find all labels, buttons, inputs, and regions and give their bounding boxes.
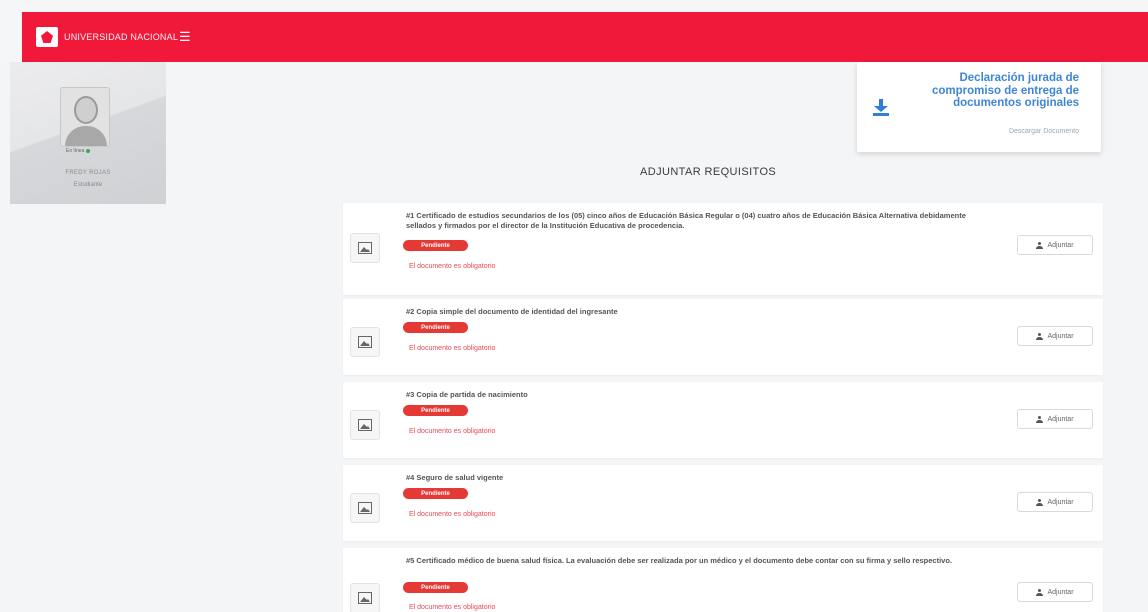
requirement-title: #5 Certificado médico de buena salud fís…	[406, 556, 953, 565]
header-bar: UNIVERSIDAD NACIONAL ☰	[22, 12, 1148, 62]
crest-icon	[36, 27, 58, 47]
top-area: UNIVERSIDAD NACIONAL ☰	[0, 0, 1148, 62]
user-role: Estudiante	[73, 182, 103, 188]
attach-button[interactable]: Adjuntar	[1017, 409, 1093, 429]
image-placeholder-icon	[350, 583, 380, 612]
status-badge: Pendiente	[403, 582, 468, 593]
requirement-note: El documento es obligatorio	[409, 345, 496, 352]
requirement-note: El documento es obligatorio	[409, 604, 496, 611]
status-badge: Pendiente	[403, 488, 468, 499]
user-name: FREDY ROJAS	[65, 170, 111, 176]
user-icon	[1036, 498, 1044, 506]
user-icon	[1036, 588, 1044, 596]
attach-button[interactable]: Adjuntar	[1017, 326, 1093, 346]
user-icon	[1036, 241, 1044, 249]
image-placeholder-icon	[350, 493, 380, 523]
image-placeholder-icon	[350, 410, 380, 440]
image-placeholder-icon	[350, 233, 380, 263]
logo-text: UNIVERSIDAD NACIONAL	[64, 32, 179, 42]
attach-button-label: Adjuntar	[1047, 415, 1074, 423]
requirement-card: #2 Copia simple del documento de identid…	[343, 299, 1103, 375]
attach-button[interactable]: Adjuntar	[1017, 492, 1093, 512]
requirement-title: #2 Copia simple del documento de identid…	[406, 307, 618, 316]
requirement-note: El documento es obligatorio	[409, 511, 496, 518]
avatar-head	[74, 96, 98, 124]
user-icon	[1036, 332, 1044, 340]
requirement-note: El documento es obligatorio	[409, 263, 496, 270]
attach-button-label: Adjuntar	[1047, 241, 1074, 249]
avatar-body	[65, 126, 107, 146]
university-logo[interactable]: UNIVERSIDAD NACIONAL	[36, 27, 178, 47]
online-status-label: En línea	[66, 148, 85, 154]
requirement-title: #4 Seguro de salud vigente	[406, 473, 504, 482]
declaration-card: Declaración jurada de compromiso de entr…	[857, 62, 1101, 152]
attach-button[interactable]: Adjuntar	[1017, 235, 1093, 255]
requirement-card: #4 Seguro de salud vigente Pendiente El …	[343, 465, 1103, 541]
hamburger-menu-icon[interactable]: ☰	[179, 30, 191, 43]
user-panel: En línea FREDY ROJAS Estudiante	[10, 62, 166, 204]
image-placeholder-icon	[350, 327, 380, 357]
requirement-title: #1 Certificado de estudios secundarios d…	[406, 211, 966, 230]
requirement-note: El documento es obligatorio	[409, 428, 496, 435]
requirement-title: #3 Copia de partida de nacimiento	[406, 390, 528, 399]
status-badge: Pendiente	[403, 322, 468, 333]
requirement-card: #3 Copia de partida de nacimiento Pendie…	[343, 382, 1103, 458]
attach-button-label: Adjuntar	[1047, 332, 1074, 340]
attach-button-label: Adjuntar	[1047, 498, 1074, 506]
online-dot-icon	[86, 149, 91, 153]
status-badge: Pendiente	[403, 240, 468, 251]
declaration-title: Declaración jurada de compromiso de entr…	[932, 72, 1079, 109]
requirement-card: #1 Certificado de estudios secundarios d…	[343, 203, 1103, 295]
avatar	[60, 87, 110, 147]
user-icon	[1036, 415, 1044, 423]
attach-button[interactable]: Adjuntar	[1017, 582, 1093, 602]
page-title: ADJUNTAR REQUISITOS	[640, 166, 777, 178]
requirement-card: #5 Certificado médico de buena salud fís…	[343, 548, 1103, 612]
attach-button-label: Adjuntar	[1047, 588, 1074, 596]
online-status: En línea	[66, 148, 91, 154]
status-badge: Pendiente	[403, 405, 468, 416]
download-document-link[interactable]: Descargar Documento	[1009, 128, 1079, 135]
